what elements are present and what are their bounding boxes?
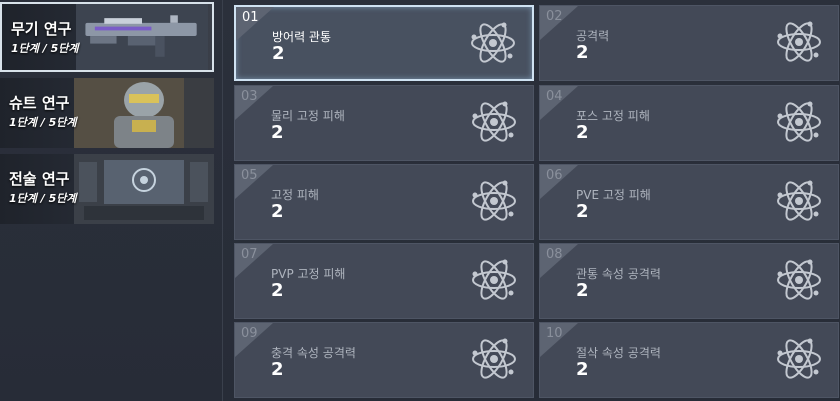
atom-icon bbox=[471, 22, 515, 63]
card-value: 2 bbox=[271, 201, 284, 222]
card-number: 01 bbox=[242, 10, 259, 25]
card-value: 2 bbox=[576, 359, 589, 380]
research-card-08[interactable]: 08 관통 속성 공격력 2 bbox=[539, 243, 839, 319]
card-value: 2 bbox=[271, 359, 284, 380]
atom-icon bbox=[777, 338, 821, 379]
card-number: 08 bbox=[546, 247, 563, 262]
card-value: 2 bbox=[576, 42, 589, 63]
atom-icon bbox=[777, 21, 821, 62]
card-number: 10 bbox=[546, 326, 563, 341]
research-card-02[interactable]: 02 공격력 2 bbox=[539, 5, 839, 81]
card-value: 2 bbox=[576, 280, 589, 301]
atom-icon bbox=[472, 259, 516, 300]
atom-icon bbox=[777, 259, 821, 300]
card-number: 05 bbox=[241, 168, 258, 183]
card-number: 02 bbox=[546, 9, 563, 24]
card-number: 03 bbox=[241, 89, 258, 104]
card-value: 2 bbox=[272, 43, 285, 64]
atom-icon bbox=[472, 180, 516, 221]
category-progress: 1단계 / 5단계 bbox=[9, 116, 77, 129]
category-progress: 1단계 / 5단계 bbox=[9, 192, 77, 205]
research-screen: 무기 연구 1단계 / 5단계 슈트 연구 1단계 / 5단계 전술 연구 1단… bbox=[0, 0, 840, 401]
card-number: 07 bbox=[241, 247, 258, 262]
research-card-10[interactable]: 10 절삭 속성 공격력 2 bbox=[539, 322, 839, 398]
card-label: 관통 속성 공격력 bbox=[576, 267, 661, 281]
card-value: 2 bbox=[271, 122, 284, 143]
category-weapon-research[interactable]: 무기 연구 1단계 / 5단계 bbox=[0, 2, 214, 72]
panel-divider bbox=[222, 0, 223, 401]
card-number: 06 bbox=[546, 168, 563, 183]
card-value: 2 bbox=[576, 201, 589, 222]
research-card-05[interactable]: 05 고정 피해 2 bbox=[234, 164, 534, 240]
card-number: 04 bbox=[546, 89, 563, 104]
category-tactics-research[interactable]: 전술 연구 1단계 / 5단계 bbox=[0, 154, 214, 224]
rifle-art-icon bbox=[76, 4, 208, 70]
category-title: 전술 연구 bbox=[9, 170, 70, 188]
research-card-01[interactable]: 01 방어력 관통 2 bbox=[234, 5, 534, 81]
lab-console-art-icon bbox=[74, 154, 214, 224]
atom-icon bbox=[777, 101, 821, 142]
card-number: 09 bbox=[241, 326, 258, 341]
atom-icon bbox=[472, 338, 516, 379]
card-label: 충격 속성 공격력 bbox=[271, 346, 356, 360]
category-progress: 1단계 / 5단계 bbox=[11, 42, 79, 55]
armor-suit-art-icon bbox=[74, 78, 214, 148]
atom-icon bbox=[472, 101, 516, 142]
category-title: 무기 연구 bbox=[11, 20, 72, 38]
research-card-06[interactable]: 06 PVE 고정 피해 2 bbox=[539, 164, 839, 240]
category-suit-research[interactable]: 슈트 연구 1단계 / 5단계 bbox=[0, 78, 214, 148]
research-card-04[interactable]: 04 포스 고정 피해 2 bbox=[539, 85, 839, 161]
card-label: 절삭 속성 공격력 bbox=[576, 346, 661, 360]
atom-icon bbox=[777, 180, 821, 221]
research-card-07[interactable]: 07 PVP 고정 피해 2 bbox=[234, 243, 534, 319]
research-card-09[interactable]: 09 충격 속성 공격력 2 bbox=[234, 322, 534, 398]
card-value: 2 bbox=[576, 122, 589, 143]
category-title: 슈트 연구 bbox=[9, 94, 70, 112]
research-card-03[interactable]: 03 물리 고정 피해 2 bbox=[234, 85, 534, 161]
card-value: 2 bbox=[271, 280, 284, 301]
